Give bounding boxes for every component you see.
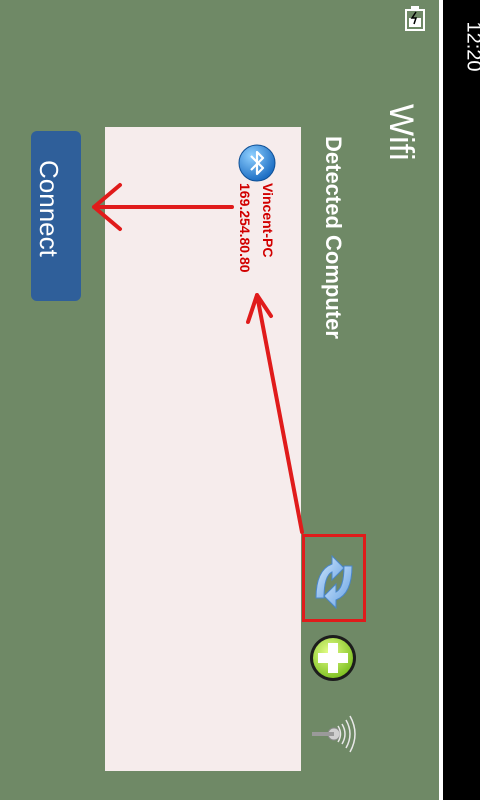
device-name[interactable]: Vincent-PC [260,183,276,257]
section-title: Detected Computer [321,136,346,339]
system-tray [440,0,480,800]
connect-button-label: Connect [34,160,64,257]
signal-icon[interactable] [308,706,358,762]
refresh-highlight-box [302,534,366,622]
battery-charging-icon [405,6,425,31]
device-ip-address[interactable]: 169.254.80.80 [237,183,253,273]
status-time: 12:20 [462,21,480,72]
divider-line [439,0,443,800]
add-icon[interactable] [308,633,358,683]
bluetooth-icon[interactable] [237,143,277,183]
page-title: Wifi [382,104,420,161]
